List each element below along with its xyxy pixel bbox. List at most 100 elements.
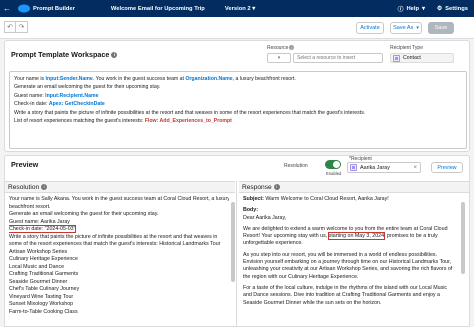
undo-button[interactable]: ↶ — [4, 21, 16, 33]
activate-button[interactable]: Activate — [356, 22, 384, 34]
prompt-template-workspace: Prompt Template Workspace i Resource i ▾ S… — [4, 40, 470, 152]
resolution-line: Farm-to-Table Cooking Class — [9, 308, 78, 315]
resolution-scrollbar[interactable] — [231, 196, 235, 326]
response-paragraph-2: As you step into our resort, you will be… — [243, 251, 453, 280]
resolution-label-text: Resolution — [284, 163, 308, 169]
subject-text: Warm Welcome to Coral Cloud Resort, Aari… — [263, 196, 389, 202]
response-text: Subject: Warm Welcome to Coral Cloud Res… — [243, 196, 457, 327]
toggle-state-label: Enabled — [326, 171, 342, 176]
info-icon[interactable]: i — [273, 184, 280, 190]
resolution-line: Generate an email welcoming the guest fo… — [9, 211, 159, 217]
resolution-line: beachfront resort. — [9, 203, 51, 210]
response-greeting: Dear Aarika Jaray, — [243, 214, 287, 221]
template-title: Welcome Email for Upcoming Trip — [110, 5, 205, 12]
gear-icon: ⚙ — [436, 5, 443, 12]
resolution-line: Seaside Gourmet Dinner — [9, 278, 68, 285]
recipient-type-field: Contact — [390, 53, 454, 63]
workspace-title-text: Prompt Template Workspace — [11, 50, 110, 59]
prompt-text: Your name is — [14, 76, 46, 82]
recipient-type-label: Recipient Type — [390, 45, 423, 51]
prompt-line: Guest name: Input:Recipient.Name — [14, 92, 462, 100]
resolution-header: Resolution i — [5, 181, 235, 193]
recipient-type-value: Contact — [403, 55, 421, 61]
clear-icon[interactable]: × — [413, 165, 417, 171]
settings-label: Settings — [445, 5, 468, 12]
resolution-line: Culinary Heritage Experience — [9, 256, 78, 262]
response-subject: Subject: Warm Welcome to Coral Cloud Res… — [243, 196, 457, 203]
resolution-line: Artisan Workshop Series — [9, 248, 68, 255]
version-selector[interactable]: Version 2 ▾ — [225, 6, 255, 12]
recipient-value: Aarika Jaray — [360, 164, 390, 171]
prompt-line: Write a story that paints the picture of… — [14, 109, 366, 116]
response-scrollbar[interactable] — [461, 196, 465, 326]
save-as-button[interactable]: Save As ▾ — [390, 22, 422, 34]
resource-type-dropdown[interactable]: ▾ — [267, 53, 291, 63]
merge-field-organization-name[interactable]: Organization.Name — [185, 76, 232, 82]
recipient-lookup[interactable]: Aarika Jaray × — [347, 162, 421, 173]
checkin-date-highlight: Check-in date: "2024-05-03" — [9, 225, 77, 233]
prompt-line: Check-in date: Apex: GetCheckinDate — [14, 100, 462, 108]
resolution-toggle[interactable] — [325, 160, 341, 169]
response-paragraph-1: We are delighted to extend a warm welcom… — [243, 226, 457, 248]
prompt-line: Your name is Input:Sender.Name. You work… — [14, 75, 462, 83]
info-icon[interactable]: i — [111, 52, 118, 59]
response-body: Body: — [243, 207, 457, 214]
resolution-title: Resolution — [8, 183, 40, 191]
info-icon[interactable]: i — [41, 184, 48, 190]
preview-panel: Preview Resolution Enabled *Recipient Aa… — [4, 155, 470, 327]
action-bar: ↶ ↷ Activate Save As ▾ Save — [0, 17, 474, 39]
resolution-line: Guest name: Aarika Jaray — [9, 218, 70, 225]
app-name: Prompt Builder — [33, 5, 75, 12]
save-as-label: Save As — [393, 25, 414, 31]
panel-divider — [236, 181, 237, 327]
save-button[interactable]: Save — [428, 22, 454, 34]
prompt-editor[interactable]: Your name is Input:Sender.Name. You work… — [9, 71, 467, 149]
resolution-line: Chef's Table Culinary Journey — [9, 286, 80, 292]
preview-button[interactable]: Preview — [431, 162, 463, 173]
merge-field-apex-checkin[interactable]: Apex: GetCheckinDate — [49, 101, 105, 107]
scrollbar-thumb[interactable] — [231, 202, 235, 282]
merge-field-sender-name[interactable]: Input:Sender.Name — [46, 76, 93, 82]
resolution-line: Vineyard Wine Tasting Tour — [9, 293, 74, 300]
resource-label-text: Resource — [267, 45, 289, 51]
resolution-toggle-label: Resolution — [284, 163, 308, 169]
contact-icon — [350, 164, 357, 171]
response-title: Response — [242, 183, 272, 191]
prompt-text: Check-in date: — [14, 101, 49, 108]
chevron-down-icon: ▾ — [422, 5, 425, 12]
help-menu[interactable]: ⓘ Help ▾ — [397, 4, 425, 14]
merge-field-flow-experiences[interactable]: Flow: Add_Experiences_to_Prompt — [145, 118, 232, 124]
resolution-line: Local Music and Dance — [9, 263, 65, 270]
start-date-highlight: starting on May 3, 2024 — [327, 232, 386, 241]
prompt-text: Guest name: — [14, 92, 46, 99]
response-header: Response i — [239, 181, 469, 193]
scrollbar-thumb[interactable] — [461, 202, 465, 274]
chevron-down-icon: ▾ — [416, 25, 419, 31]
prompt-line: List of resort experiences matching the … — [14, 117, 462, 125]
preview-title: Preview — [11, 160, 39, 169]
resource-search-input[interactable]: Select a resource to insert — [293, 53, 383, 63]
resolution-line: Write a story that paints the picture of… — [9, 233, 218, 240]
resolution-text: Your name is Sally Akana. You work in th… — [9, 196, 229, 327]
prompt-text: . You work in the guest success team at — [92, 76, 186, 82]
resolution-line: Crafting Traditional Garments — [9, 271, 79, 277]
help-label: Help — [406, 5, 419, 12]
back-arrow-icon[interactable]: ← — [0, 4, 14, 13]
resource-placeholder: Select a resource to insert — [297, 55, 356, 61]
chevron-down-icon: ▾ — [277, 55, 281, 61]
contact-icon — [393, 54, 400, 62]
redo-icon: ↷ — [18, 24, 25, 31]
info-icon[interactable]: i — [289, 45, 295, 51]
merge-field-recipient-name[interactable]: Input:Recipient.Name — [45, 93, 98, 99]
redo-button[interactable]: ↷ — [16, 21, 28, 33]
chevron-down-icon: ▾ — [252, 5, 256, 12]
workspace-title: Prompt Template Workspace i — [11, 50, 118, 59]
help-icon: ⓘ — [397, 7, 404, 13]
version-label: Version 2 — [224, 5, 251, 12]
response-paragraph-3: For a taste of the local culture, indulg… — [243, 284, 448, 306]
prompt-line: Generate an email welcoming the guest fo… — [14, 84, 161, 91]
undo-redo-group: ↶ ↷ — [4, 21, 28, 33]
global-header: ← Prompt Builder Welcome Email for Upcom… — [0, 0, 474, 17]
resolution-line: some of the resort experiences that matc… — [9, 241, 221, 247]
settings-button[interactable]: ⚙ Settings — [437, 6, 468, 12]
